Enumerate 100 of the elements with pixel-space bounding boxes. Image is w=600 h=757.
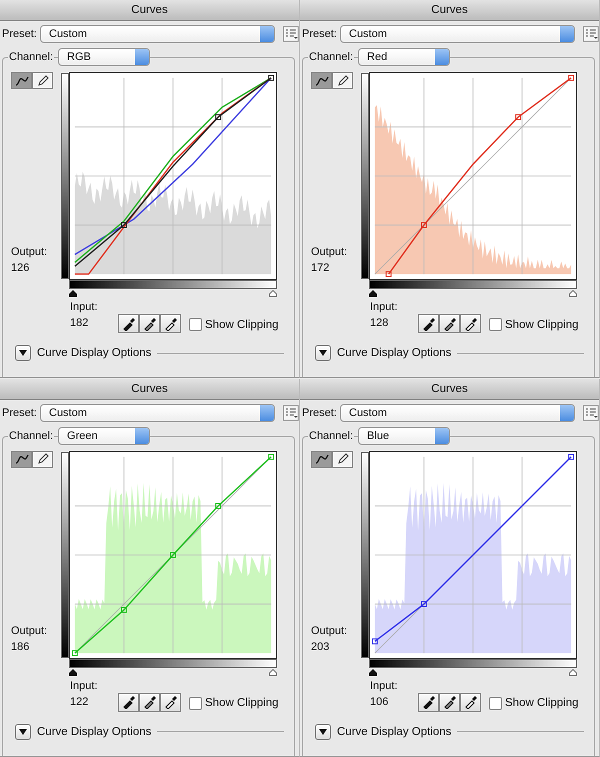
curve-icon (14, 453, 28, 465)
pencil-icon (336, 74, 348, 86)
stepper-icon (135, 428, 150, 444)
stepper-icon (560, 404, 574, 420)
checkbox-label: Show Clipping (505, 697, 579, 709)
checkbox[interactable] (489, 318, 502, 331)
input-value: 128 (370, 316, 390, 331)
channel-label: Channel: (308, 430, 354, 442)
output-value: 126 (11, 261, 30, 276)
list-menu-icon[interactable] (583, 404, 599, 420)
eyedropper-icon (422, 316, 436, 330)
expand-button[interactable] (315, 345, 331, 361)
eyedropper-icon (122, 316, 136, 330)
curve-tool-button[interactable] (11, 450, 32, 468)
pencil-icon (36, 453, 48, 465)
pencil-icon (336, 453, 348, 465)
output-value: 203 (311, 640, 330, 654)
input-value: 106 (370, 694, 390, 710)
input-label: Input: (370, 300, 399, 315)
caret-icon (19, 350, 27, 356)
caret-icon (19, 728, 27, 734)
stepper-icon (260, 26, 274, 42)
preset-dropdown[interactable]: Custom (340, 404, 576, 422)
input-label: Input: (370, 678, 399, 694)
stepper-icon (435, 428, 450, 444)
panel-title: Curves (0, 0, 299, 21)
panel-title: Curves (0, 378, 299, 400)
eyedropper-icon (122, 695, 136, 709)
input-value: 182 (70, 316, 90, 331)
preset-dropdown[interactable]: Custom (340, 25, 576, 43)
preset-dropdown[interactable]: Custom (40, 25, 276, 43)
channel-dropdown[interactable]: RGB (58, 48, 150, 66)
input-value: 122 (70, 694, 90, 710)
preset-label: Preset: (2, 28, 36, 40)
eyedropper-icon (442, 316, 456, 330)
output-value: 172 (311, 261, 330, 276)
preset-label: Preset: (2, 406, 36, 418)
eyedropper-button[interactable] (139, 692, 160, 712)
channel-label: Channel: (8, 430, 54, 442)
stepper-icon (135, 49, 150, 65)
channel-label: Channel: (8, 51, 54, 63)
curve-icon (314, 453, 328, 465)
pencil-tool-button[interactable] (332, 450, 353, 468)
list-menu-icon[interactable] (283, 404, 299, 420)
output-label: Output: (11, 245, 48, 260)
curve-icon (314, 74, 328, 86)
stepper-icon (260, 404, 274, 420)
output-label: Output: (11, 624, 48, 638)
list-menu-icon[interactable] (283, 26, 299, 42)
input-label: Input: (70, 300, 99, 315)
checkbox-label: Show Clipping (205, 318, 279, 330)
shadow-slider-handle[interactable] (69, 668, 77, 676)
eyedropper-icon (164, 695, 178, 709)
curve-tool-button[interactable] (11, 72, 32, 89)
eyedropper-button[interactable] (160, 314, 181, 333)
eyedropper-button[interactable] (439, 314, 460, 333)
expand-button[interactable] (15, 724, 31, 740)
checkbox[interactable] (189, 318, 202, 331)
panel-title: Curves (300, 378, 599, 400)
checkbox[interactable] (489, 696, 502, 710)
pencil-tool-button[interactable] (32, 450, 53, 468)
curve-tool-button[interactable] (311, 450, 332, 468)
eyedropper-icon (422, 695, 436, 709)
pencil-tool-button[interactable] (32, 72, 53, 89)
eyedropper-button[interactable] (460, 692, 481, 712)
checkbox-label: Show Clipping (205, 697, 279, 709)
checkbox-label: Show Clipping (505, 318, 579, 330)
eyedropper-button[interactable] (139, 314, 160, 333)
eyedropper-button[interactable] (160, 692, 181, 712)
eyedropper-button[interactable] (460, 314, 481, 333)
input-label: Input: (70, 678, 99, 694)
shadow-slider-handle[interactable] (369, 668, 377, 676)
pencil-tool-button[interactable] (332, 72, 353, 89)
shadow-slider-handle[interactable] (369, 290, 377, 297)
preset-dropdown[interactable]: Custom (40, 404, 276, 422)
eyedropper-button[interactable] (118, 692, 139, 712)
caret-icon (319, 728, 327, 734)
eyedropper-button[interactable] (418, 314, 439, 333)
checkbox[interactable] (189, 696, 202, 710)
options-label: Curve Display Options (37, 347, 152, 359)
expand-button[interactable] (315, 724, 331, 740)
output-value: 186 (11, 640, 30, 654)
curve-icon (14, 74, 28, 86)
channel-dropdown[interactable]: Blue (358, 426, 450, 444)
expand-button[interactable] (15, 345, 31, 361)
eyedropper-button[interactable] (118, 314, 139, 333)
eyedropper-icon (164, 316, 178, 330)
channel-dropdown[interactable]: Red (358, 48, 450, 66)
caret-icon (319, 350, 327, 356)
curve-tool-button[interactable] (311, 72, 332, 89)
shadow-slider-handle[interactable] (69, 290, 77, 297)
eyedropper-button[interactable] (439, 692, 460, 712)
eyedropper-icon (464, 695, 478, 709)
output-label: Output: (311, 624, 348, 638)
output-label: Output: (311, 245, 348, 260)
channel-label: Channel: (308, 51, 354, 63)
list-menu-icon[interactable] (583, 26, 599, 42)
channel-dropdown[interactable]: Green (58, 426, 150, 444)
eyedropper-button[interactable] (418, 692, 439, 712)
eyedropper-icon (142, 316, 156, 330)
